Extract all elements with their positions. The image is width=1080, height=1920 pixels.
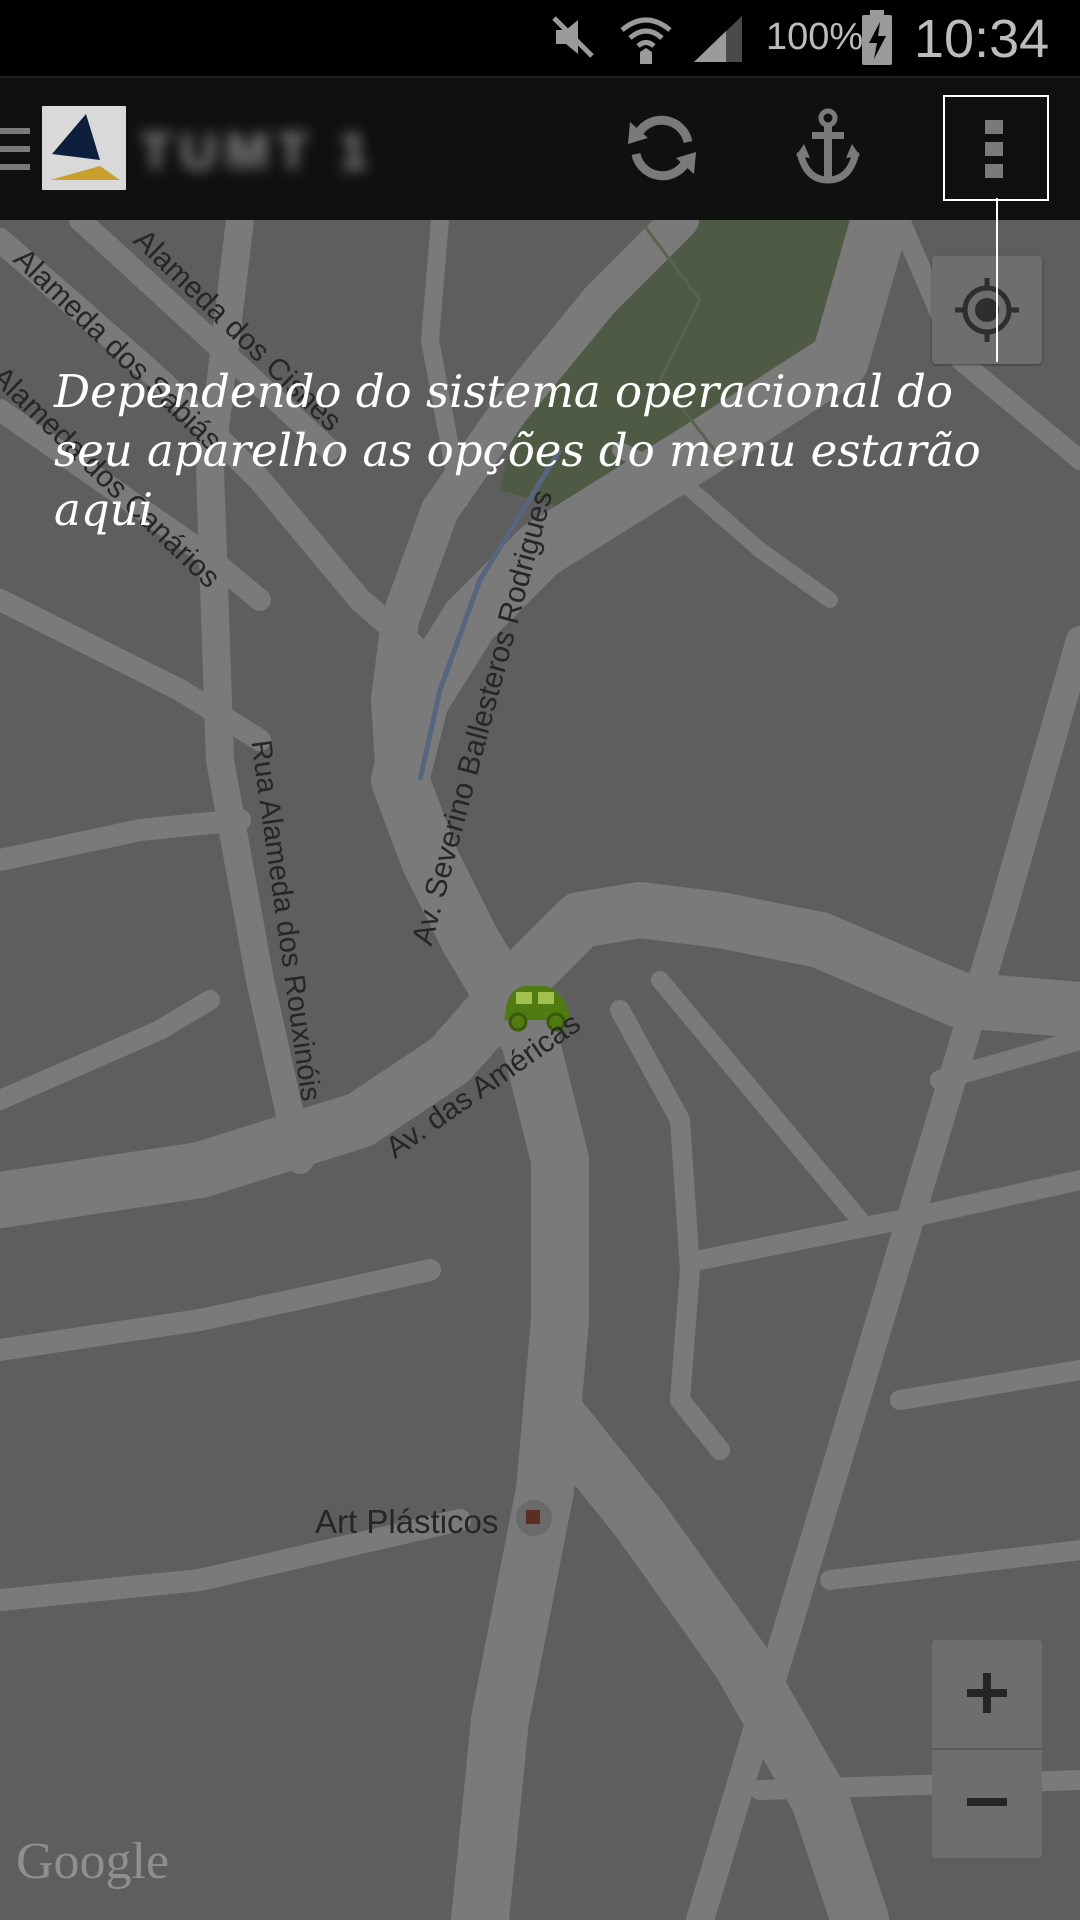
drawer-icon[interactable] bbox=[0, 126, 30, 177]
my-location-icon bbox=[955, 278, 1019, 342]
plus-icon bbox=[967, 1673, 1007, 1713]
signal-icon bbox=[690, 14, 746, 69]
tip-pointer-line bbox=[996, 198, 998, 362]
poi-marker bbox=[516, 1500, 552, 1536]
minus-icon bbox=[967, 1798, 1007, 1806]
action-bar: TUMT 1 bbox=[0, 76, 1080, 220]
app-title: TUMT 1 bbox=[140, 123, 376, 181]
menu-tip-text: Dependendo do sistema operacional do seu… bbox=[54, 365, 981, 536]
app-logo[interactable] bbox=[42, 106, 126, 190]
zoom-out-button[interactable] bbox=[932, 1750, 1042, 1858]
refresh-icon[interactable] bbox=[622, 108, 702, 193]
anchor-icon[interactable] bbox=[796, 108, 860, 193]
battery-charging-icon bbox=[860, 10, 894, 71]
poi-label[interactable]: Art Plásticos bbox=[315, 1503, 498, 1541]
zoom-in-button[interactable] bbox=[932, 1640, 1042, 1749]
screen: 100% 10:34 TUMT 1 Alameda dos Cisnes Ala… bbox=[0, 0, 1080, 1920]
clock: 10:34 bbox=[914, 9, 1050, 69]
wifi-icon bbox=[618, 12, 674, 73]
status-bar: 100% 10:34 bbox=[0, 0, 1080, 76]
my-location-button[interactable] bbox=[932, 256, 1042, 364]
google-attribution: Google bbox=[16, 1833, 170, 1890]
mute-icon bbox=[548, 12, 598, 67]
overflow-highlight-box bbox=[943, 95, 1049, 201]
battery-percent: 100% bbox=[766, 16, 864, 58]
